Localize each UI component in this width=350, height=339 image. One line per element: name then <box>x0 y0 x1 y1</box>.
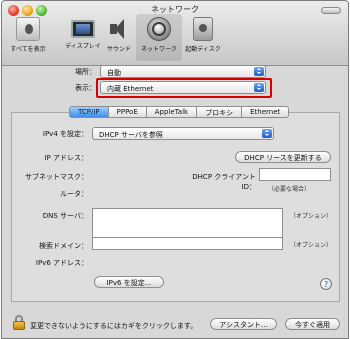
show-label: 表示： <box>75 84 96 92</box>
popup-arrows-icon <box>254 67 264 76</box>
toolbar-toggle-button[interactable] <box>321 7 341 14</box>
ipv4-popup[interactable]: DHCP サーバを参照 <box>92 127 274 140</box>
popup-arrows-icon <box>254 83 264 92</box>
dns-optional-note: （オプション） <box>290 213 333 220</box>
apply-now-button[interactable]: 今すぐ適用 <box>285 318 340 330</box>
tab-bar: TCP/IP PPPoE AppleTalk プロキシ Ethernet <box>69 106 290 118</box>
tab-pppoe[interactable]: PPPoE <box>108 106 147 118</box>
configure-ipv6-button[interactable]: IPv6 を設定... <box>94 276 164 288</box>
ipv4-value: DHCP サーバを参照 <box>99 131 163 139</box>
title-bar: ネットワーク すべてを表示 ディスプレイ サウンド ネットワーク 起動ディスク <box>2 1 348 66</box>
ip-address-label: IP アドレス： <box>44 154 88 162</box>
toolbar-network[interactable]: ネットワーク <box>136 14 182 61</box>
popup-arrows-icon <box>262 129 272 138</box>
startup-disk-icon <box>193 17 213 41</box>
lock-message: 変更できないようにするにはカギをクリックします。 <box>30 322 198 330</box>
ipv4-label: IPv4 を設定： <box>42 130 88 138</box>
search-domain-label: 検索ドメイン： <box>39 242 88 250</box>
renew-dhcp-button[interactable]: DHCP リースを更新する <box>235 151 331 163</box>
toolbar-display-label: ディスプレイ <box>65 43 101 50</box>
ipv6-address-label: IPv6 アドレス： <box>35 259 88 267</box>
toolbar-display[interactable]: ディスプレイ <box>65 17 101 50</box>
toolbar-show-all[interactable]: すべてを表示 <box>10 17 46 53</box>
show-all-icon <box>16 17 40 41</box>
location-value: 自動 <box>107 69 121 77</box>
preferences-window: ネットワーク すべてを表示 ディスプレイ サウンド ネットワーク 起動ディスク … <box>1 0 349 339</box>
sound-icon <box>107 17 131 41</box>
show-popup[interactable]: 内蔵 Ethernet <box>100 81 266 94</box>
dhcp-client-id-field[interactable] <box>259 168 331 181</box>
search-domain-optional-note: （オプション） <box>290 242 333 249</box>
tab-proxy[interactable]: プロキシ <box>197 106 243 118</box>
search-domain-field[interactable] <box>92 237 283 250</box>
assistant-button[interactable]: アシスタント... <box>210 318 277 330</box>
toolbar-startup-disk-label: 起動ディスク <box>185 46 221 53</box>
toolbar-show-all-label: すべてを表示 <box>10 46 46 53</box>
toolbar-startup-disk[interactable]: 起動ディスク <box>184 17 222 53</box>
display-icon <box>71 20 95 38</box>
show-value: 内蔵 Ethernet <box>107 85 154 93</box>
location-popup[interactable]: 自動 <box>100 65 266 78</box>
network-pane: 場所： 自動 表示： 内蔵 Ethernet TCP/IP PPPoE Appl… <box>2 65 348 338</box>
network-icon <box>147 17 171 41</box>
dhcp-client-id-label: DHCP クライアント ID： <box>192 173 256 191</box>
tab-tcpip[interactable]: TCP/IP <box>69 106 109 118</box>
tab-appletalk[interactable]: AppleTalk <box>146 106 198 118</box>
toolbar-network-label: ネットワーク <box>140 46 177 53</box>
router-label: ルータ： <box>60 190 88 198</box>
lock-icon[interactable] <box>13 315 25 330</box>
dhcp-client-id-hint: （必要な場合） <box>268 186 311 193</box>
subnet-mask-label: サブネットマスク： <box>25 173 88 181</box>
toolbar-sound[interactable]: サウンド <box>104 17 134 53</box>
location-label: 場所： <box>75 68 96 76</box>
help-button[interactable]: ? <box>320 278 332 290</box>
tcpip-panel <box>11 112 340 302</box>
dns-label: DNS サーバ： <box>42 212 88 220</box>
tab-ethernet[interactable]: Ethernet <box>242 106 290 118</box>
toolbar-sound-label: サウンド <box>106 46 131 53</box>
